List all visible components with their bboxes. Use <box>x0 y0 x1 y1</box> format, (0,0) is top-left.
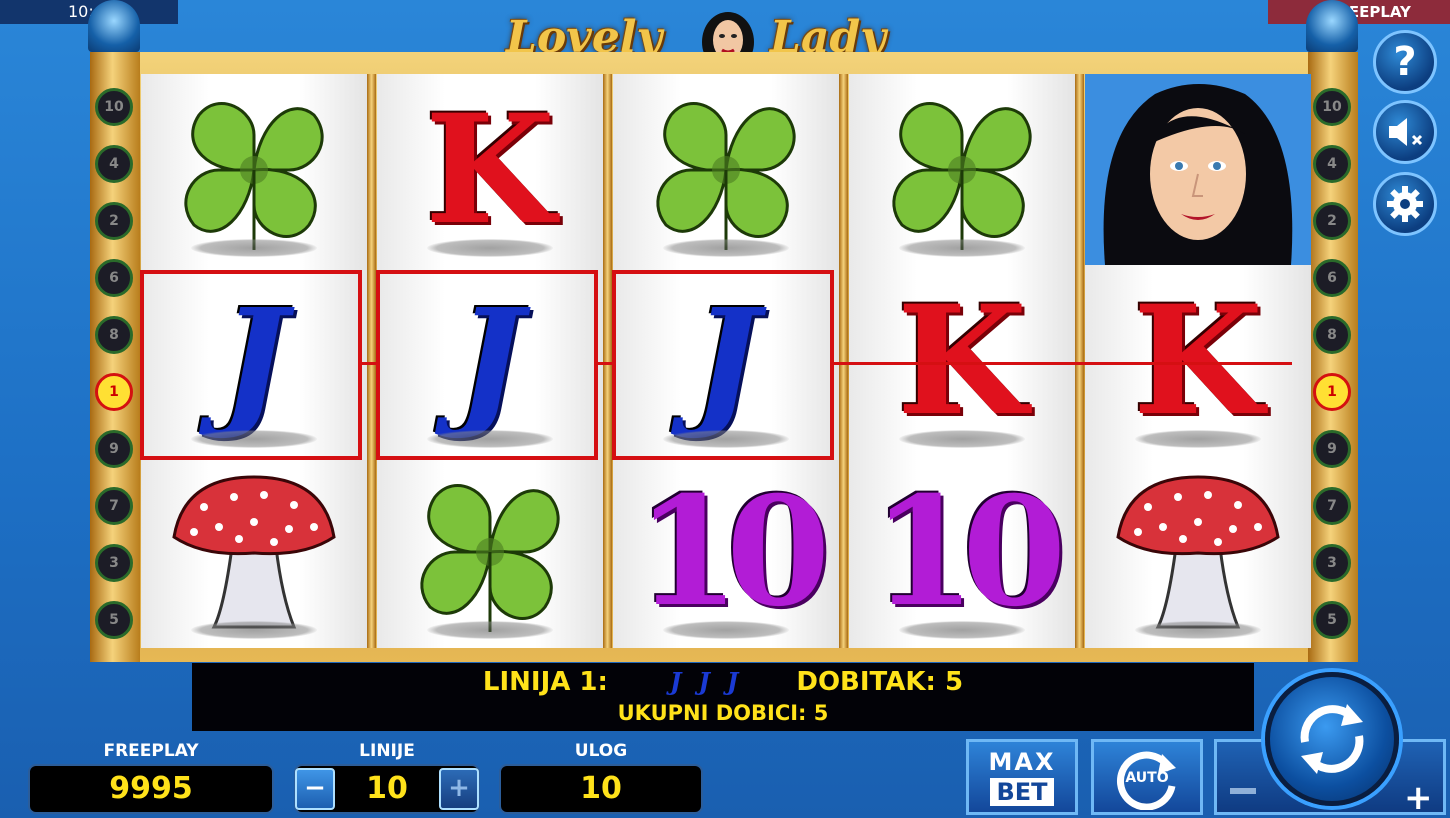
payline-number-left: 8 <box>95 316 133 354</box>
credit-label: FREEPLAY <box>103 741 199 761</box>
gear-icon <box>1387 186 1423 222</box>
win-line-text: LINIJA 1: J J J DOBITAK: 5 <box>192 667 1254 697</box>
reel-separator <box>603 74 612 648</box>
lines-label: LINIJE <box>359 741 415 761</box>
payline-number-left: 1 <box>95 373 133 411</box>
clover-symbol <box>184 101 324 250</box>
credit-value: 9995 <box>28 764 274 814</box>
symbol-shadow <box>899 239 1025 257</box>
lines-minus-button[interactable]: − <box>295 768 335 810</box>
reel-cell: 10 <box>849 456 1075 647</box>
total-win: UKUPNI DOBICI: 5 <box>617 701 829 725</box>
help-button[interactable]: ? <box>1373 30 1437 94</box>
payline-number-left: 3 <box>95 544 133 582</box>
symbol-shadow <box>1135 621 1261 639</box>
reel-cell <box>849 74 1075 265</box>
lady-symbol <box>1085 74 1311 265</box>
reel-cell <box>141 74 367 265</box>
bet-value: 10 <box>499 764 703 814</box>
symbol-shadow <box>663 239 789 257</box>
reel-cell: K <box>849 265 1075 456</box>
symbol-shadow <box>191 239 317 257</box>
stake-minus-button[interactable] <box>1230 788 1256 794</box>
left-orb <box>88 0 140 52</box>
line-label: LINIJA 1: <box>482 667 608 697</box>
payline-number-right: 8 <box>1313 316 1351 354</box>
spin-button[interactable] <box>1265 672 1399 806</box>
payline-number-right: 7 <box>1313 487 1351 525</box>
symbol-shadow <box>191 621 317 639</box>
payline-number-left: 7 <box>95 487 133 525</box>
max-bet-line1: MAX <box>988 748 1056 776</box>
payline-number-left: 5 <box>95 601 133 639</box>
payline-number-right: 6 <box>1313 259 1351 297</box>
auto-label: AUTO <box>1125 770 1169 786</box>
reel-4: K 10 <box>849 74 1075 648</box>
max-bet-line2: BET <box>990 778 1054 806</box>
reel-separator <box>839 74 848 648</box>
lines-plus-button[interactable]: + <box>439 768 479 810</box>
win-symbol: J <box>698 667 710 696</box>
bet-label: ULOG <box>574 741 628 761</box>
ten-symbol: 10 <box>635 463 831 640</box>
spin-arrows-icon <box>1300 704 1364 774</box>
win-amount: DOBITAK: 5 <box>796 667 964 697</box>
win-line-segment <box>832 362 1292 365</box>
settings-button[interactable] <box>1373 172 1437 236</box>
reel-cell: 10 <box>613 456 839 647</box>
payline-number-left: 4 <box>95 145 133 183</box>
payline-number-right: 1 <box>1313 373 1351 411</box>
auto-button[interactable]: AUTO <box>1091 739 1203 815</box>
speaker-muted-icon <box>1389 118 1423 146</box>
k-symbol: K <box>1132 272 1264 449</box>
payline-number-right: 10 <box>1313 88 1351 126</box>
payline-number-right: 4 <box>1313 145 1351 183</box>
payline-number-left: 10 <box>95 88 133 126</box>
payline-number-left: 2 <box>95 202 133 240</box>
max-bet-button[interactable]: MAX BET <box>966 739 1078 815</box>
reel-cell <box>141 456 367 647</box>
clover-symbol <box>656 101 796 250</box>
reel-cell <box>377 456 603 647</box>
payline-number-right: 5 <box>1313 601 1351 639</box>
ten-symbol: 10 <box>871 463 1067 640</box>
help-icon: ? <box>1393 39 1417 85</box>
k-symbol: K <box>424 81 556 258</box>
symbol-shadow <box>1135 430 1261 448</box>
win-highlight <box>612 270 834 460</box>
symbol-shadow <box>427 621 553 639</box>
reel-separator <box>1075 74 1084 648</box>
reel-cell: K <box>377 74 603 265</box>
clover-symbol <box>420 483 560 632</box>
symbol-shadow <box>663 621 789 639</box>
sound-button[interactable] <box>1373 100 1437 164</box>
win-info-bar: LINIJA 1: J J J DOBITAK: 5 UKUPNI DOBICI… <box>192 663 1254 731</box>
reel-separator <box>367 74 376 648</box>
reel-cell: K <box>1085 265 1311 456</box>
payline-number-right: 9 <box>1313 430 1351 468</box>
win-symbol: J <box>726 667 739 696</box>
mode-tag: FREEPLAY <box>1268 0 1450 24</box>
symbol-shadow <box>899 621 1025 639</box>
payline-number-right: 3 <box>1313 544 1351 582</box>
symbol-shadow <box>899 430 1025 448</box>
right-orb <box>1306 0 1358 52</box>
payline-number-left: 6 <box>95 259 133 297</box>
k-symbol: K <box>896 272 1028 449</box>
win-highlight <box>140 270 362 460</box>
win-symbol: J <box>670 667 682 696</box>
reel-cell <box>613 74 839 265</box>
win-highlight <box>376 270 598 460</box>
symbol-shadow <box>427 239 553 257</box>
reel-cell <box>1085 456 1311 647</box>
reel-cell <box>1085 74 1311 265</box>
payline-number-right: 2 <box>1313 202 1351 240</box>
payline-number-left: 9 <box>95 430 133 468</box>
mushroom-symbol <box>172 474 336 628</box>
reel-5: K <box>1085 74 1311 648</box>
mushroom-symbol <box>1116 474 1280 628</box>
stake-plus-button[interactable]: + <box>1404 778 1433 818</box>
clover-symbol <box>892 101 1032 250</box>
